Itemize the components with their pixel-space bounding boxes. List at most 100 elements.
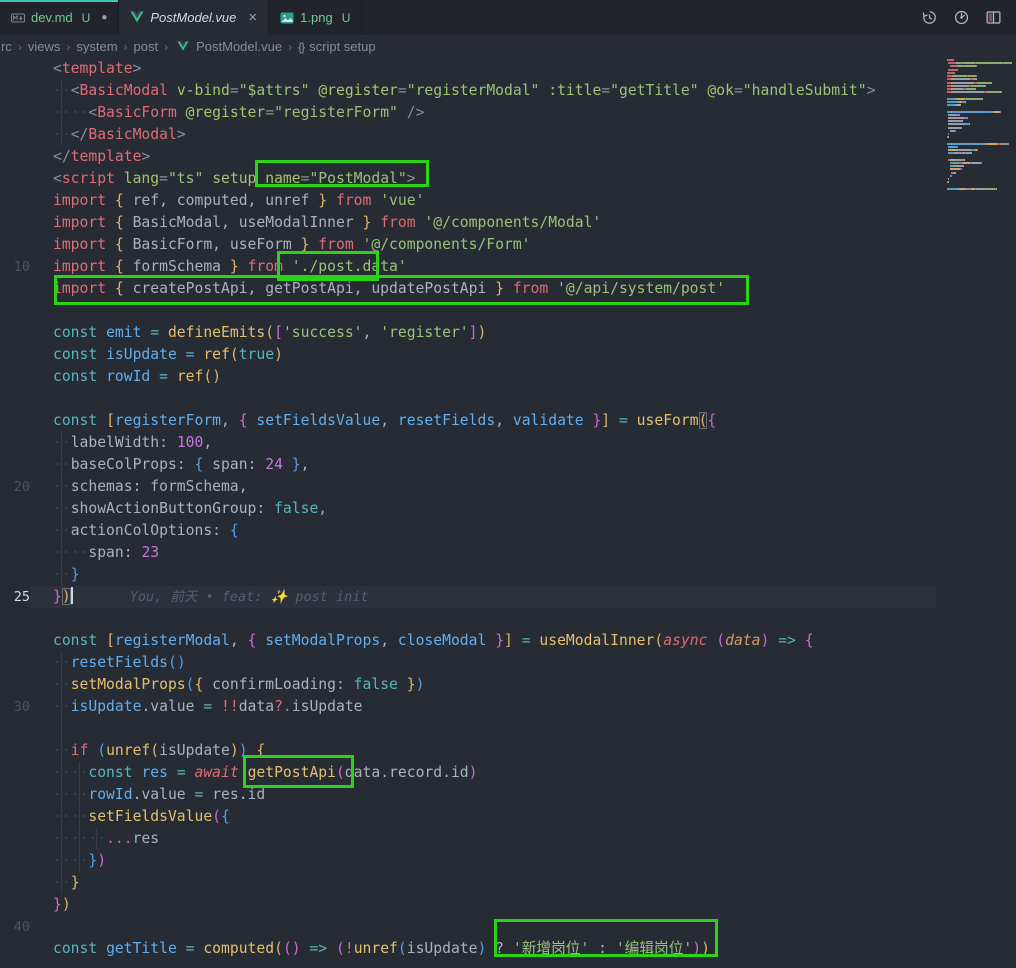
line-number[interactable] bbox=[0, 806, 30, 828]
line-number[interactable] bbox=[0, 718, 30, 740]
code-line[interactable]: import { BasicForm, useForm } from '@/co… bbox=[0, 234, 936, 256]
code-line[interactable]: ····const res = await getPostApi(data.re… bbox=[0, 762, 936, 784]
line-number[interactable] bbox=[0, 432, 30, 454]
code-line-content[interactable]: import { BasicForm, useForm } from '@/co… bbox=[30, 234, 936, 256]
line-number[interactable] bbox=[0, 498, 30, 520]
code-line[interactable]: ··labelWidth: 100, bbox=[0, 432, 936, 454]
breadcrumb-item-src[interactable]: rc bbox=[1, 39, 12, 54]
code-line-content[interactable]: const isUpdate = ref(true) bbox=[30, 344, 936, 366]
code-line[interactable]: 30··isUpdate.value = !!data?.isUpdate bbox=[0, 696, 936, 718]
code-line-content[interactable] bbox=[30, 608, 936, 630]
code-line-content[interactable]: const emit = defineEmits(['success', 're… bbox=[30, 322, 936, 344]
code-line-content[interactable]: ··} bbox=[30, 872, 936, 894]
code-line-content[interactable]: ··resetFields() bbox=[30, 652, 936, 674]
line-number[interactable] bbox=[0, 58, 30, 80]
tab-dev-md[interactable]: dev.md U ● bbox=[0, 0, 119, 35]
code-line-content[interactable]: ····}) bbox=[30, 850, 936, 872]
line-number[interactable] bbox=[0, 652, 30, 674]
code-line[interactable]: ····span: 23 bbox=[0, 542, 936, 564]
code-line[interactable]: const rowId = ref() bbox=[0, 366, 936, 388]
code-line[interactable]: import { BasicModal, useModalInner } fro… bbox=[0, 212, 936, 234]
code-line[interactable]: ····<BasicForm @register="registerForm" … bbox=[0, 102, 936, 124]
code-line-content[interactable]: ··labelWidth: 100, bbox=[30, 432, 936, 454]
breadcrumb-item-views[interactable]: views bbox=[28, 39, 61, 54]
code-line-content[interactable]: ····const res = await getPostApi(data.re… bbox=[30, 762, 936, 784]
code-line-content[interactable]: const rowId = ref() bbox=[30, 366, 936, 388]
code-line-content[interactable]: ··actionColOptions: { bbox=[30, 520, 936, 542]
code-line[interactable]: ··if (unref(isUpdate)) { bbox=[0, 740, 936, 762]
code-line[interactable]: ··baseColProps: { span: 24 }, bbox=[0, 454, 936, 476]
code-line-content[interactable]: ··schemas: formSchema, bbox=[30, 476, 936, 498]
code-line[interactable]: 10import { formSchema } from './post.dat… bbox=[0, 256, 936, 278]
code-line-content[interactable]: const getTitle = computed(() => (!unref(… bbox=[30, 938, 936, 960]
code-line[interactable]: ··</BasicModal> bbox=[0, 124, 936, 146]
code-line[interactable]: ····}) bbox=[0, 850, 936, 872]
line-number[interactable]: 20 bbox=[0, 476, 30, 498]
code-line-content[interactable]: ······...res bbox=[30, 828, 936, 850]
code-line-content[interactable]: ··} bbox=[30, 564, 936, 586]
code-line[interactable]: </template> bbox=[0, 146, 936, 168]
code-line[interactable]: ··actionColOptions: { bbox=[0, 520, 936, 542]
line-number[interactable] bbox=[0, 784, 30, 806]
code-line[interactable]: import { createPostApi, getPostApi, upda… bbox=[0, 278, 936, 300]
code-line[interactable]: 25})You, 前天 • feat: ✨ post init bbox=[0, 586, 936, 608]
code-line-content[interactable]: ··setModalProps({ confirmLoading: false … bbox=[30, 674, 936, 696]
code-line-content[interactable]: import { BasicModal, useModalInner } fro… bbox=[30, 212, 936, 234]
code-line-content[interactable]: ··showActionButtonGroup: false, bbox=[30, 498, 936, 520]
code-line[interactable] bbox=[0, 388, 936, 410]
line-number[interactable] bbox=[0, 366, 30, 388]
line-number[interactable] bbox=[0, 828, 30, 850]
code-line-content[interactable]: import { ref, computed, unref } from 'vu… bbox=[30, 190, 936, 212]
code-line-content[interactable]: const [registerForm, { setFieldsValue, r… bbox=[30, 410, 936, 432]
code-line[interactable] bbox=[0, 608, 936, 630]
line-number[interactable] bbox=[0, 542, 30, 564]
line-number[interactable] bbox=[0, 190, 30, 212]
code-line[interactable]: ··resetFields() bbox=[0, 652, 936, 674]
breadcrumb-item-system[interactable]: system bbox=[76, 39, 117, 54]
code-line-content[interactable]: ····rowId.value = res.id bbox=[30, 784, 936, 806]
line-number[interactable] bbox=[0, 322, 30, 344]
line-number[interactable] bbox=[0, 124, 30, 146]
line-number[interactable] bbox=[0, 894, 30, 916]
code-line-content[interactable] bbox=[30, 300, 936, 322]
breadcrumb-item-symbol[interactable]: script setup bbox=[309, 39, 375, 54]
code-line[interactable]: const [registerForm, { setFieldsValue, r… bbox=[0, 410, 936, 432]
tab-1-png[interactable]: 1.png U bbox=[269, 0, 362, 35]
line-number[interactable] bbox=[0, 168, 30, 190]
line-number[interactable] bbox=[0, 344, 30, 366]
code-line-content[interactable]: import { formSchema } from './post.data' bbox=[30, 256, 936, 278]
breadcrumb-item-post[interactable]: post bbox=[134, 39, 159, 54]
code-line-content[interactable] bbox=[30, 718, 936, 740]
code-line[interactable]: ····setFieldsValue({ bbox=[0, 806, 936, 828]
code-line-content[interactable] bbox=[30, 916, 936, 938]
tab-postmodel-vue[interactable]: PostModel.vue × bbox=[119, 0, 269, 35]
pending-changes-icon[interactable] bbox=[953, 9, 970, 26]
line-number[interactable] bbox=[0, 300, 30, 322]
timeline-icon[interactable] bbox=[921, 9, 938, 26]
code-line[interactable]: 20··schemas: formSchema, bbox=[0, 476, 936, 498]
code-line-content[interactable] bbox=[30, 388, 936, 410]
line-number[interactable] bbox=[0, 410, 30, 432]
line-number[interactable] bbox=[0, 564, 30, 586]
code-line[interactable]: <template> bbox=[0, 58, 936, 80]
code-line-content[interactable]: ··baseColProps: { span: 24 }, bbox=[30, 454, 936, 476]
line-number[interactable] bbox=[0, 630, 30, 652]
code-line[interactable]: const getTitle = computed(() => (!unref(… bbox=[0, 938, 936, 960]
line-number[interactable] bbox=[0, 454, 30, 476]
code-line[interactable]: ··setModalProps({ confirmLoading: false … bbox=[0, 674, 936, 696]
code-line-content[interactable]: ····setFieldsValue({ bbox=[30, 806, 936, 828]
line-number[interactable]: 40 bbox=[0, 916, 30, 938]
line-number[interactable] bbox=[0, 388, 30, 410]
line-number[interactable] bbox=[0, 872, 30, 894]
code-line[interactable]: import { ref, computed, unref } from 'vu… bbox=[0, 190, 936, 212]
line-number[interactable] bbox=[0, 234, 30, 256]
line-number[interactable] bbox=[0, 212, 30, 234]
code-line[interactable]: ··<BasicModal v-bind="$attrs" @register=… bbox=[0, 80, 936, 102]
code-line-content[interactable]: <script lang="ts" setup name="PostModal"… bbox=[30, 168, 936, 190]
code-line-content[interactable]: <template> bbox=[30, 58, 936, 80]
line-number[interactable] bbox=[0, 278, 30, 300]
line-number[interactable] bbox=[0, 80, 30, 102]
line-number[interactable]: 25 bbox=[0, 586, 30, 608]
code-line[interactable] bbox=[0, 718, 936, 740]
code-line[interactable]: const emit = defineEmits(['success', 're… bbox=[0, 322, 936, 344]
